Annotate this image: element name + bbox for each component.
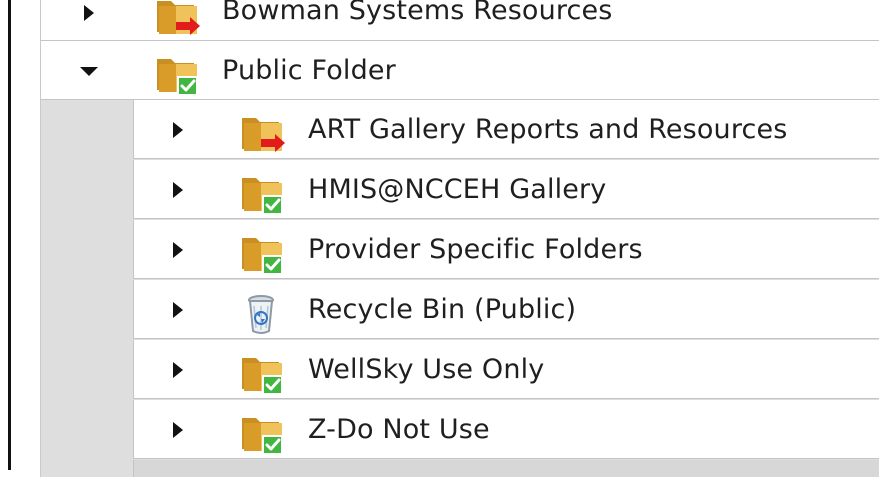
report-library-frame: Bowman Systems Resources Public Folder A…	[0, 0, 879, 477]
tree-item-label: Recycle Bin (Public)	[308, 294, 577, 325]
tree-item-label: Provider Specific Folders	[308, 234, 643, 265]
tree-item-art-gallery-reports-and-resources[interactable]: ART Gallery Reports and Resources	[133, 100, 879, 159]
chevron-right-icon[interactable]	[166, 358, 190, 382]
folder-check-icon	[236, 348, 286, 398]
tree-item-z-do-not-use[interactable]: Z-Do Not Use	[133, 400, 879, 459]
tree-item-bowman-systems-resources[interactable]: Bowman Systems Resources	[41, 0, 879, 41]
tree-scroll-area-padding	[133, 460, 879, 477]
chevron-right-icon[interactable]	[77, 1, 101, 25]
tree-item-label: Public Folder	[222, 55, 396, 86]
tree-item-hmis-ncceh-gallery[interactable]: HMIS@NCCEH Gallery	[133, 160, 879, 219]
tree-item-label: Bowman Systems Resources	[222, 0, 613, 26]
chevron-right-icon[interactable]	[166, 178, 190, 202]
folder-check-icon	[236, 228, 286, 278]
chevron-down-icon[interactable]	[77, 59, 101, 83]
folder-check-icon	[236, 168, 286, 218]
tree-item-recycle-bin-public[interactable]: Recycle Bin (Public)	[133, 280, 879, 339]
tree-item-provider-specific-folders[interactable]: Provider Specific Folders	[133, 220, 879, 279]
tree-item-label: Z-Do Not Use	[308, 414, 490, 445]
chevron-right-icon[interactable]	[166, 418, 190, 442]
folder-check-icon	[236, 408, 286, 458]
folder-arrow-icon	[151, 0, 201, 41]
left-border	[8, 0, 11, 470]
tree-item-public-folder[interactable]: Public Folder	[41, 41, 879, 100]
recycle-bin-icon	[236, 288, 286, 338]
chevron-right-icon[interactable]	[166, 238, 190, 262]
tree-item-wellsky-use-only[interactable]: WellSky Use Only	[133, 340, 879, 399]
folder-check-icon	[151, 49, 201, 99]
tree-item-label: WellSky Use Only	[308, 354, 545, 385]
tree-item-label: HMIS@NCCEH Gallery	[308, 174, 607, 205]
tree-item-label: ART Gallery Reports and Resources	[308, 114, 788, 145]
folder-arrow-icon	[236, 108, 286, 158]
folder-tree: Bowman Systems Resources Public Folder A…	[40, 0, 879, 477]
chevron-right-icon[interactable]	[166, 118, 190, 142]
chevron-right-icon[interactable]	[166, 298, 190, 322]
public-folder-children: ART Gallery Reports and Resources HMIS@N…	[41, 100, 879, 477]
